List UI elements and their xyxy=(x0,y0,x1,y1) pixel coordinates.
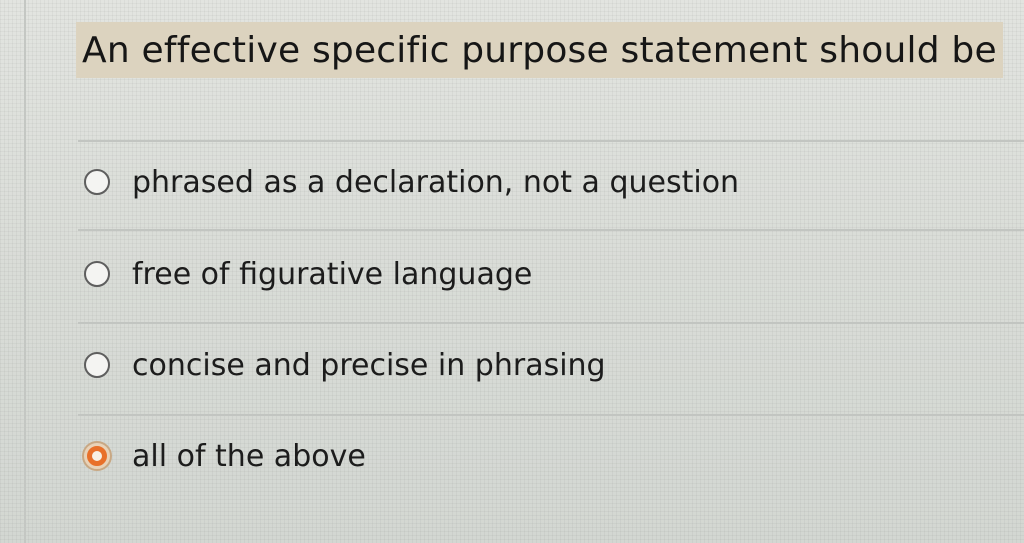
left-border xyxy=(24,0,26,543)
answer-option-3[interactable]: concise and precise in phrasing xyxy=(84,343,606,387)
radio-dot-icon xyxy=(92,451,102,461)
answer-option-1[interactable]: phrased as a declaration, not a question xyxy=(84,160,739,204)
answer-option-label: concise and precise in phrasing xyxy=(132,347,606,383)
divider xyxy=(78,322,1024,324)
divider xyxy=(78,140,1024,142)
question-text: An effective specific purpose statement … xyxy=(82,29,997,71)
answer-option-label: free of figurative language xyxy=(132,256,533,292)
answer-option-4[interactable]: all of the above xyxy=(84,434,366,478)
radio-button-icon[interactable] xyxy=(84,169,110,195)
answer-option-label: all of the above xyxy=(132,438,366,474)
divider xyxy=(78,229,1024,231)
answer-option-label: phrased as a declaration, not a question xyxy=(132,164,740,200)
answer-option-2[interactable]: free of figurative language xyxy=(84,252,532,296)
divider xyxy=(78,414,1024,416)
radio-button-selected-icon[interactable] xyxy=(84,443,110,469)
quiz-screen: An effective specific purpose statement … xyxy=(0,0,1024,543)
radio-button-icon[interactable] xyxy=(84,352,110,378)
question-prompt: An effective specific purpose statement … xyxy=(76,22,1003,78)
radio-button-icon[interactable] xyxy=(84,261,110,287)
